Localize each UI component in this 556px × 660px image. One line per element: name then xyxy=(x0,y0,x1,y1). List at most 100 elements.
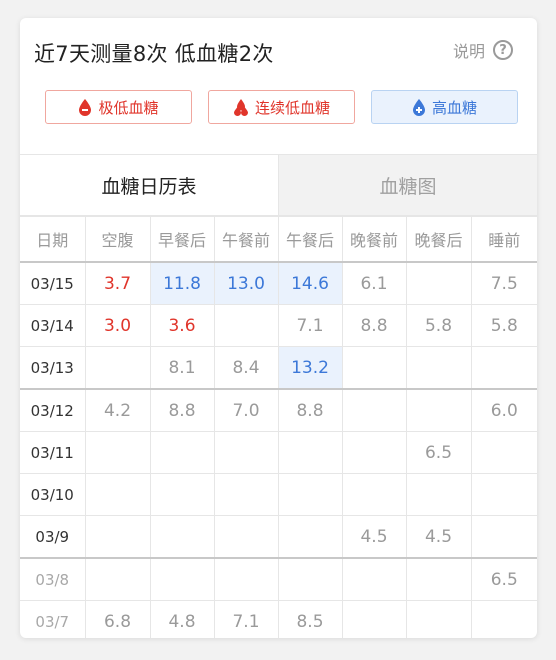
reading-cell[interactable] xyxy=(341,473,407,516)
reading-cell[interactable] xyxy=(149,431,215,474)
reading-cell[interactable]: 8.8 xyxy=(277,388,343,432)
reading-cell[interactable] xyxy=(405,261,472,305)
table-header-row: 日期 空腹 早餐后 午餐前 午餐后 晚餐前 晚餐后 睡前 xyxy=(20,216,537,263)
reading-cell[interactable] xyxy=(277,431,343,474)
reading-cell[interactable] xyxy=(405,473,472,516)
date-cell: 03/12 xyxy=(20,388,86,432)
reading-cell[interactable] xyxy=(405,346,472,390)
reading-cell[interactable] xyxy=(277,473,343,516)
reading-cell[interactable] xyxy=(341,431,407,474)
reading-cell[interactable]: 7.5 xyxy=(470,261,537,305)
legend-very-low: 极低血糖 xyxy=(45,90,192,124)
blood-glucose-card: 近7天测量8次 低血糖2次 说明 ? 极低血糖 连续低血糖 高血糖 血糖日历表 … xyxy=(20,18,537,638)
date-cell: 03/14 xyxy=(20,304,86,347)
tab-calendar[interactable]: 血糖日历表 xyxy=(20,155,278,215)
date-cell: 03/15 xyxy=(20,261,86,305)
glucose-calendar-table: 日期 空腹 早餐后 午餐前 午餐后 晚餐前 晚餐后 睡前 03/15 3.7 1… xyxy=(20,216,537,638)
reading-cell[interactable] xyxy=(213,304,279,347)
reading-cell[interactable] xyxy=(470,346,537,390)
reading-cell[interactable]: 11.8 xyxy=(149,261,215,305)
reading-cell[interactable]: 8.8 xyxy=(149,388,215,432)
column-header: 日期 xyxy=(20,216,86,263)
reading-cell[interactable] xyxy=(149,557,215,601)
table-row: 03/10 xyxy=(20,473,537,516)
view-tabs: 血糖日历表 血糖图 xyxy=(20,155,537,216)
reading-cell[interactable] xyxy=(84,473,151,516)
reading-cell[interactable] xyxy=(213,473,279,516)
date-cell: 03/7 xyxy=(20,600,86,638)
reading-cell[interactable] xyxy=(277,557,343,601)
reading-cell[interactable] xyxy=(470,600,537,638)
legend-high: 高血糖 xyxy=(371,90,518,124)
reading-cell[interactable]: 14.6 xyxy=(277,261,343,305)
reading-cell[interactable] xyxy=(341,557,407,601)
legend: 极低血糖 连续低血糖 高血糖 xyxy=(45,90,518,124)
reading-cell[interactable]: 6.8 xyxy=(84,600,151,638)
reading-cell[interactable] xyxy=(470,515,537,559)
reading-cell[interactable]: 6.0 xyxy=(470,388,537,432)
reading-cell[interactable] xyxy=(84,557,151,601)
column-header: 睡前 xyxy=(470,216,537,263)
reading-cell[interactable] xyxy=(213,431,279,474)
reading-cell[interactable] xyxy=(149,515,215,559)
help-label: 说明 xyxy=(452,42,485,61)
plus-drop-icon xyxy=(412,99,425,116)
reading-cell[interactable] xyxy=(405,557,472,601)
reading-cell[interactable] xyxy=(149,473,215,516)
legend-continuous-low: 连续低血糖 xyxy=(208,90,355,124)
table-row: 03/9 4.5 4.5 xyxy=(20,515,537,559)
minus-drop-icon xyxy=(79,99,92,116)
tab-chart[interactable]: 血糖图 xyxy=(278,155,537,215)
reading-cell[interactable]: 8.8 xyxy=(341,304,407,347)
table-row: 03/15 3.7 11.8 13.0 14.6 6.1 7.5 xyxy=(20,261,537,305)
reading-cell[interactable] xyxy=(277,515,343,559)
question-circle-icon: ? xyxy=(493,40,513,60)
reading-cell[interactable]: 3.7 xyxy=(84,261,151,305)
reading-cell[interactable]: 4.5 xyxy=(405,515,472,559)
reading-cell[interactable]: 8.4 xyxy=(213,346,279,390)
reading-cell[interactable] xyxy=(470,473,537,516)
reading-cell[interactable] xyxy=(341,346,407,390)
reading-cell[interactable] xyxy=(213,515,279,559)
reading-cell[interactable] xyxy=(341,600,407,638)
reading-cell[interactable]: 7.1 xyxy=(277,304,343,347)
reading-cell[interactable] xyxy=(405,600,472,638)
reading-cell[interactable] xyxy=(213,557,279,601)
reading-cell[interactable]: 6.5 xyxy=(405,431,472,474)
reading-cell[interactable]: 8.5 xyxy=(277,600,343,638)
column-header: 晚餐前 xyxy=(341,216,407,263)
reading-cell[interactable]: 4.8 xyxy=(149,600,215,638)
date-cell: 03/11 xyxy=(20,431,86,474)
reading-cell[interactable] xyxy=(84,431,151,474)
column-header: 早餐后 xyxy=(149,216,215,263)
reading-cell[interactable]: 7.1 xyxy=(213,600,279,638)
date-cell: 03/10 xyxy=(20,473,86,516)
legend-label: 高血糖 xyxy=(431,98,477,117)
reading-cell[interactable]: 5.8 xyxy=(405,304,472,347)
reading-cell[interactable] xyxy=(470,431,537,474)
summary-title: 近7天测量8次 低血糖2次 xyxy=(34,42,274,66)
help-button[interactable]: 说明 ? xyxy=(453,38,513,62)
column-header: 午餐前 xyxy=(213,216,279,263)
reading-cell[interactable]: 8.1 xyxy=(149,346,215,390)
column-header: 空腹 xyxy=(84,216,151,263)
reading-cell[interactable]: 3.0 xyxy=(84,304,151,347)
column-header: 晚餐后 xyxy=(405,216,472,263)
reading-cell[interactable]: 4.5 xyxy=(341,515,407,559)
reading-cell[interactable]: 4.2 xyxy=(84,388,151,432)
reading-cell[interactable]: 13.2 xyxy=(277,346,343,390)
table-row: 03/11 6.5 xyxy=(20,431,537,474)
date-cell: 03/8 xyxy=(20,557,86,601)
reading-cell[interactable]: 6.1 xyxy=(341,261,407,305)
reading-cell[interactable] xyxy=(84,346,151,390)
reading-cell[interactable]: 5.8 xyxy=(470,304,537,347)
reading-cell[interactable]: 7.0 xyxy=(213,388,279,432)
reading-cell[interactable]: 13.0 xyxy=(213,261,279,305)
reading-cell[interactable] xyxy=(405,388,472,432)
reading-cell[interactable] xyxy=(84,515,151,559)
date-cell: 03/13 xyxy=(20,346,86,390)
reading-cell[interactable]: 6.5 xyxy=(470,557,537,601)
reading-cell[interactable]: 3.6 xyxy=(149,304,215,347)
reading-cell[interactable] xyxy=(341,388,407,432)
legend-label: 连续低血糖 xyxy=(254,98,330,117)
